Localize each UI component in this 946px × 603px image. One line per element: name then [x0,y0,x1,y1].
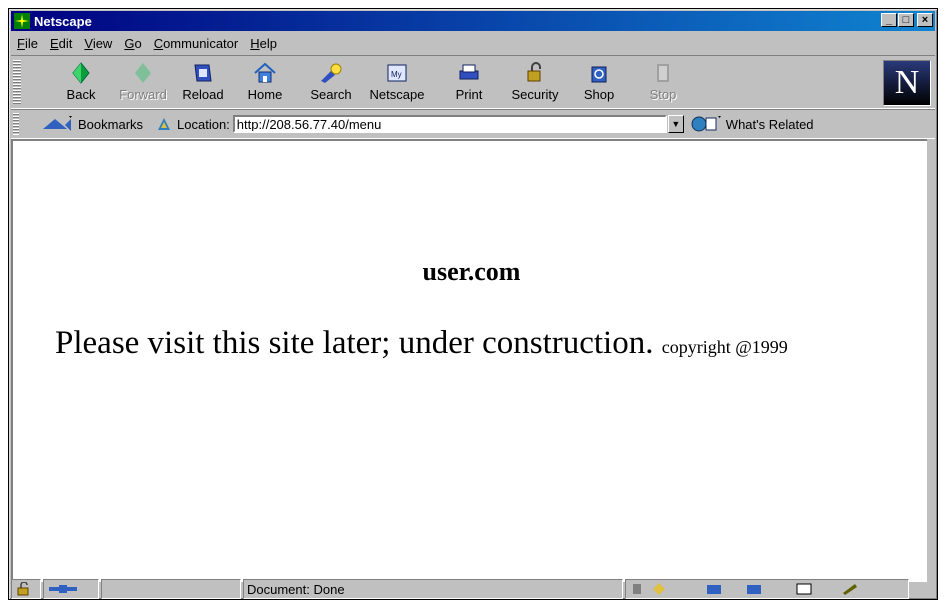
window-title: Netscape [34,13,92,29]
location-label-group: Location: [155,115,230,133]
netscape-app-icon [14,13,30,29]
menu-file[interactable]: File [11,36,44,51]
url-input[interactable] [232,115,667,133]
stop-icon [657,64,669,82]
construction-message: Please visit this site later; under cons… [55,325,788,362]
navigation-toolbar: Back Forward Reload Home Search My Netsc… [11,55,935,109]
whats-related-icon [691,116,721,132]
netscape-logo[interactable]: N [883,60,931,106]
padlock-status-icon [17,582,29,596]
maximize-button[interactable]: □ [898,13,914,27]
connection-status[interactable] [43,579,99,599]
shop-bag-icon [591,66,607,83]
back-arrow-icon [72,62,90,84]
connection-icon [49,585,77,593]
close-button[interactable]: × [917,13,933,27]
home-icon [254,62,276,83]
print-button[interactable]: Print [439,58,499,106]
my-netscape-button[interactable]: My Netscape [367,58,427,106]
menu-edit[interactable]: Edit [44,36,78,51]
toolbar-grip[interactable] [13,60,21,104]
message-text: Please visit this site later; under cons… [55,325,654,361]
padlock-icon [527,62,541,82]
minimize-button[interactable]: _ [881,13,897,27]
reload-button[interactable]: Reload [173,58,233,106]
location-toolbar-grip[interactable] [13,113,19,135]
page-content: user.com Please visit this site later; u… [11,139,932,582]
component-bar [625,579,909,599]
search-flashlight-icon [321,63,342,83]
search-button[interactable]: Search [301,58,361,106]
location-toolbar: Bookmarks Location: ▼ What's Related [11,109,935,139]
security-status[interactable] [11,579,41,599]
menu-view[interactable]: View [78,36,118,51]
printer-icon [459,64,479,80]
progress-bar [101,579,241,599]
svg-text:My: My [391,70,402,79]
title-bar[interactable]: Netscape _ □ × [11,11,935,31]
location-page-icon[interactable] [155,115,173,133]
forward-button[interactable]: Forward [113,58,173,106]
whats-related-button[interactable]: What's Related [690,115,814,133]
stop-button[interactable]: Stop [633,58,693,106]
menu-help[interactable]: Help [244,36,283,51]
status-text: Document: Done [247,581,345,597]
url-dropdown-button[interactable]: ▼ [667,115,684,133]
location-label: Location: [177,116,230,132]
menu-bar: File Edit View Go Communicator Help [11,33,935,53]
home-button[interactable]: Home [235,58,295,106]
bookmarks-label: Bookmarks [78,116,144,132]
shop-button[interactable]: Shop [569,58,629,106]
whats-related-label: What's Related [725,116,814,132]
bookmarks-icon [43,116,72,131]
menu-communicator[interactable]: Communicator [148,36,245,51]
browser-window: Netscape _ □ × File Edit View Go Communi… [8,8,938,600]
vertical-scrollbar[interactable] [927,139,935,582]
status-text-cell: Document: Done [243,579,623,599]
status-bar: Document: Done [11,579,935,599]
component-icons[interactable] [629,581,899,597]
reload-icon [194,64,212,82]
site-heading: user.com [422,257,521,286]
security-button[interactable]: Security [505,58,565,106]
my-netscape-icon: My [387,64,407,82]
bookmarks-button[interactable]: Bookmarks [41,115,143,133]
back-button[interactable]: Back [51,58,111,106]
copyright-text: copyright @1999 [661,337,788,357]
forward-arrow-icon [135,63,151,83]
menu-go[interactable]: Go [118,36,147,51]
